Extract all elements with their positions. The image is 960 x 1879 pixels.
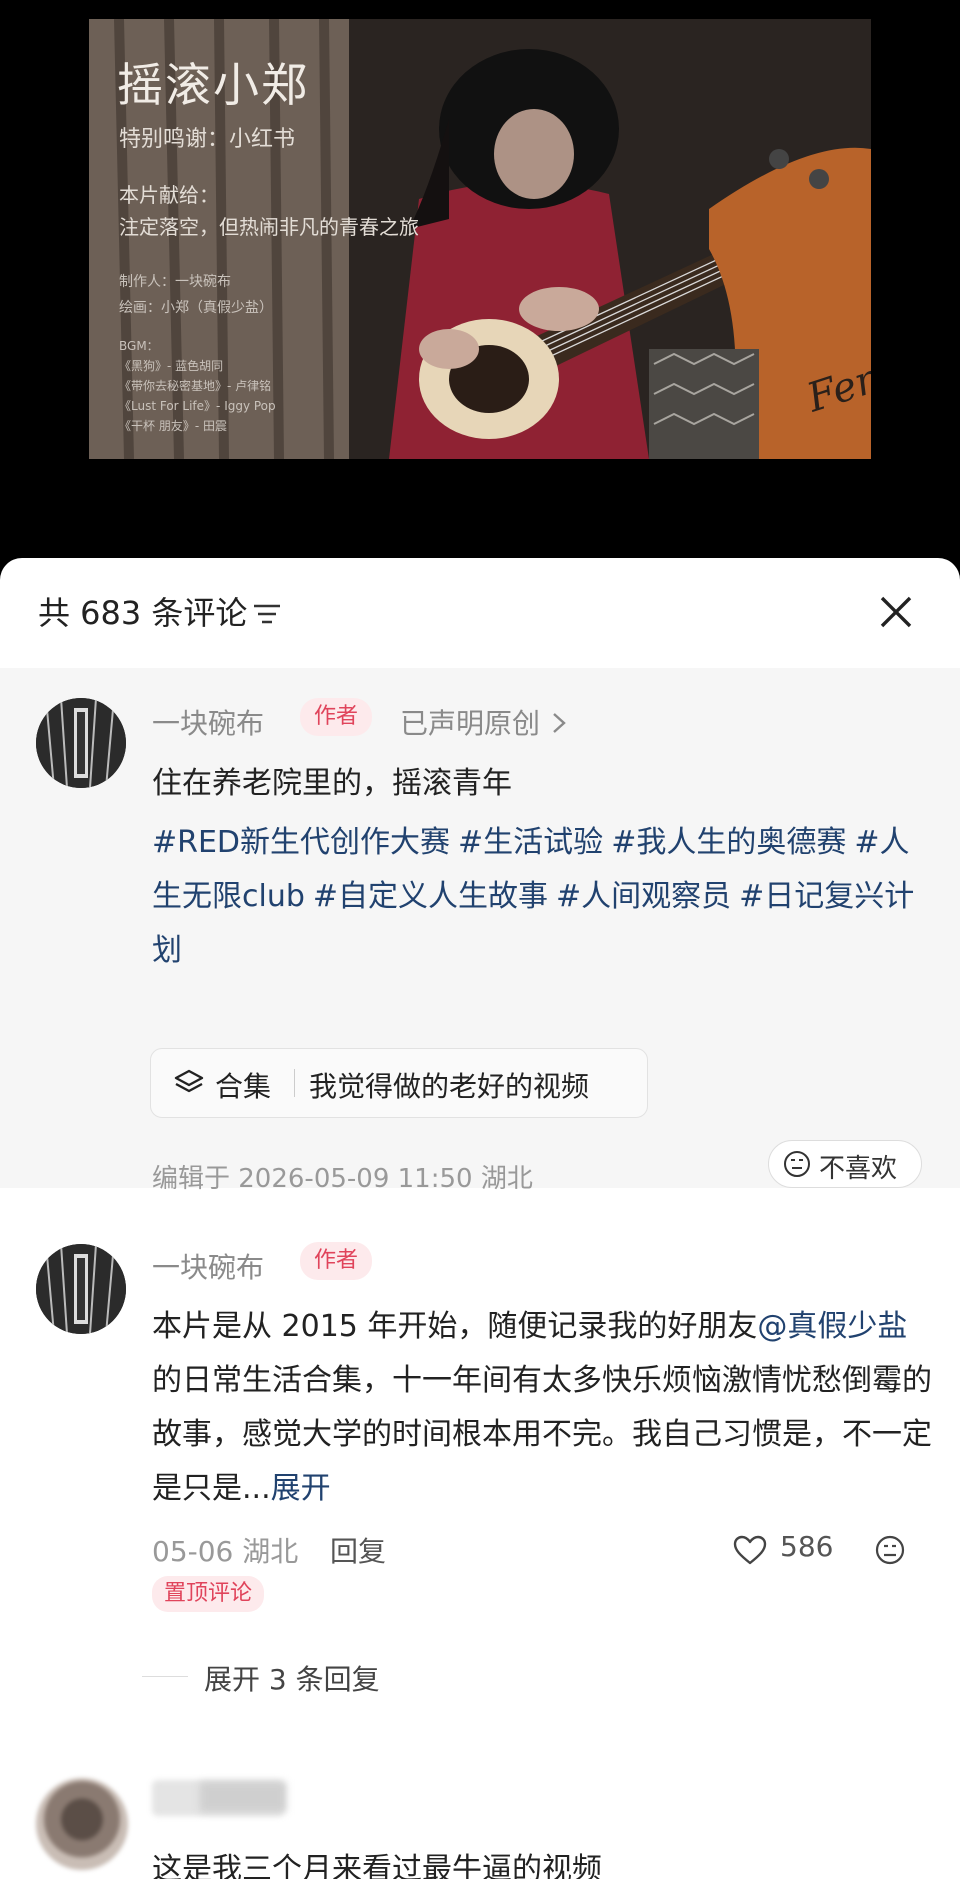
comment-meta: 05-06 湖北	[152, 1535, 299, 1568]
frown-face-icon	[784, 1151, 810, 1177]
original-declared-link[interactable]: 已声明原创	[400, 702, 540, 742]
video-special-thanks: 特别鸣谢：小红书	[119, 127, 296, 152]
hashtag-list: #RED新生代创作大赛 #生活试验 #我人生的奥德赛 #人生无限club #自定义人生故…	[152, 816, 932, 978]
video-frame[interactable]: 摇滚小郑 特别鸣谢：小红书 本片献给： 注定落空，但热闹非凡的青春之旅 制作人：…	[89, 19, 871, 459]
expand-comment-link[interactable]: 展开	[271, 1471, 331, 1506]
heart-icon[interactable]	[732, 1534, 768, 1566]
video-dedication-label: 本片献给：	[119, 183, 219, 207]
chevron-right-icon[interactable]	[552, 712, 566, 734]
video-player[interactable]: 摇滚小郑 特别鸣谢：小红书 本片献给： 注定落空，但热闹非凡的青春之旅 制作人：…	[0, 0, 960, 560]
video-title: 摇滚小郑	[117, 58, 309, 112]
collection-link[interactable]: 合集 我觉得做的老好的视频	[150, 1048, 648, 1118]
dislike-button[interactable]: 不喜欢	[768, 1140, 922, 1188]
collection-divider	[294, 1069, 295, 1097]
pinned-comment-badge: 置顶评论	[152, 1576, 265, 1612]
close-icon[interactable]	[876, 592, 916, 632]
video-producer: 制作人：一块碗布	[119, 274, 231, 290]
video-bgm-item: 《黑狗》- 蓝色胡同	[119, 359, 224, 373]
dislike-label: 不喜欢	[819, 1154, 898, 1184]
sort-icon[interactable]	[252, 602, 282, 626]
post-text: 住在养老院里的，摇滚青年	[152, 766, 512, 801]
comment-text: 本片是从 2015 年开始，随便记录我的好朋友@真假少盐 的日常生活合集，十一年…	[152, 1300, 932, 1516]
hashtag[interactable]: #RED新生代创作大赛	[152, 825, 450, 860]
avatar[interactable]	[36, 698, 126, 788]
emoji-reaction-icon[interactable]	[874, 1534, 906, 1566]
collection-title: 我觉得做的老好的视频	[309, 1070, 590, 1103]
hashtag[interactable]: #自定义人生故事	[313, 879, 548, 914]
hashtag[interactable]: #人间观察员	[556, 879, 731, 914]
edited-info: 编辑于 2026-05-09 11:50 湖北	[152, 1164, 533, 1194]
video-painter: 绘画：小郑（真假少盐）	[119, 300, 273, 316]
collection-label: 合集	[215, 1070, 272, 1103]
mention-link[interactable]: @真假少盐	[757, 1309, 907, 1344]
comments-sheet: 共 683 条评论 一块碗布 作者 已声明原创 住在养老院里的，摇滚青年 #RE…	[0, 558, 960, 1879]
like-count: 586	[780, 1530, 834, 1563]
comment-text-before: 本片是从 2015 年开始，随便记录我的好朋友	[152, 1309, 758, 1344]
video-dedication-text: 注定落空，但热闹非凡的青春之旅	[119, 215, 419, 239]
author-badge: 作者	[300, 1242, 373, 1280]
author-name[interactable]: 一块碗布	[152, 702, 264, 742]
avatar[interactable]	[36, 1244, 126, 1334]
comment-text-after: 的日常生活合集，十一年间有太多快乐烦恼激情忧愁倒霉的故事，感觉大学的时间根本用不…	[152, 1363, 932, 1506]
author-badge: 作者	[300, 698, 373, 736]
comment-count: 共 683 条评论	[38, 594, 248, 632]
layers-icon	[174, 1069, 204, 1093]
comment-text: 这是我三个月来看过最牛逼的视频	[152, 1852, 602, 1879]
replies-divider	[142, 1676, 188, 1677]
expand-replies-button[interactable]: 展开 3 条回复	[204, 1658, 380, 1698]
video-bgm-item: 《带你去秘密基地》- 卢律铭	[119, 379, 272, 393]
hashtag[interactable]: #生活试验	[458, 825, 603, 860]
video-bgm-item: 《Lust For Life》- Iggy Pop	[119, 399, 276, 413]
video-bgm-label: BGM：	[119, 339, 159, 353]
video-bgm-item: 《干杯 朋友》- 田震	[119, 419, 227, 433]
avatar[interactable]	[36, 1778, 128, 1870]
comments-header: 共 683 条评论	[0, 558, 960, 668]
blurred-author-name-detail	[200, 1782, 286, 1812]
comment-author-name[interactable]: 一块碗布	[152, 1246, 264, 1286]
hashtag[interactable]: #我人生的奥德赛	[611, 825, 846, 860]
post-description: 一块碗布 作者 已声明原创 住在养老院里的，摇滚青年 #RED新生代创作大赛 #生…	[0, 668, 960, 1194]
reply-button[interactable]: 回复	[330, 1530, 386, 1570]
